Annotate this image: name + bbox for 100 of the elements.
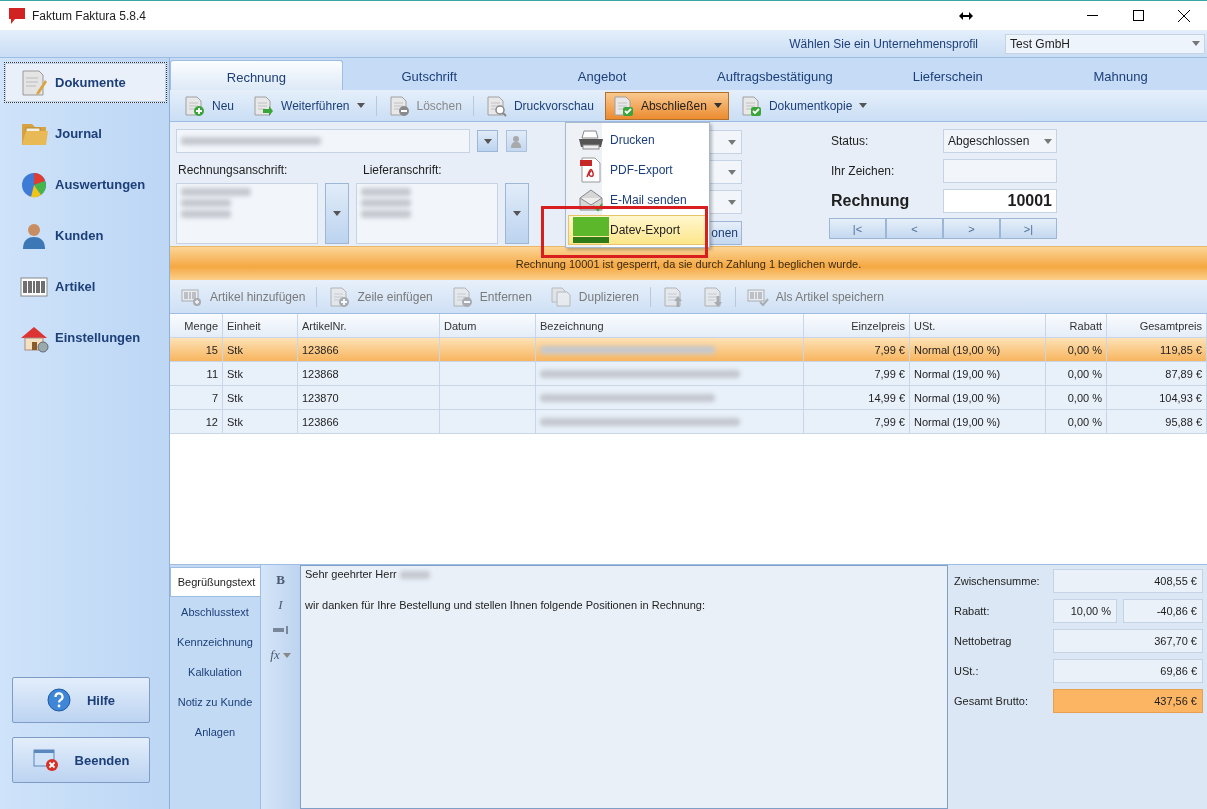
- caret-icon: [728, 169, 736, 175]
- italic-button[interactable]: I: [269, 594, 292, 616]
- document-number-field[interactable]: 10001: [943, 189, 1057, 213]
- field-label: Status:: [831, 134, 870, 148]
- text-tab[interactable]: Anlagen: [170, 717, 260, 747]
- logo-icon: [573, 217, 609, 243]
- blurred-text: [399, 571, 430, 580]
- printer-icon: [578, 129, 604, 151]
- document-tab[interactable]: Angebot: [515, 60, 689, 90]
- pdf-file-icon: [579, 157, 603, 183]
- navigation-button[interactable]: >|: [1000, 218, 1057, 239]
- text-tab[interactable]: Kalkulation: [170, 657, 260, 687]
- menu-item[interactable]: E-Mail senden: [568, 185, 707, 215]
- customer-button[interactable]: [506, 130, 527, 152]
- blurred-text: [181, 210, 231, 218]
- amount-field[interactable]: 408,55 €: [1053, 569, 1203, 593]
- bold-button[interactable]: B: [269, 569, 292, 591]
- caret-icon: [713, 103, 722, 108]
- document-tab[interactable]: Auftragsbestätigung: [688, 60, 862, 90]
- caret-icon: [859, 103, 868, 108]
- blurred-text: [361, 210, 411, 218]
- toolbar-button[interactable]: Dokumentkopie: [732, 91, 875, 120]
- app-logo-icon: [8, 6, 26, 25]
- reference-field[interactable]: [943, 159, 1057, 183]
- editor-text: Sehr geehrter Herr: [305, 568, 397, 580]
- text-tab[interactable]: Begrüßungstext: [170, 567, 262, 597]
- caret-icon: [1192, 41, 1200, 46]
- percent-field[interactable]: 10,00 %: [1053, 599, 1117, 623]
- person-icon: [510, 134, 523, 148]
- profile-label: Wählen Sie ein Unternehmensprofil: [789, 36, 978, 51]
- checked-document-icon: [611, 94, 634, 117]
- navigation-button[interactable]: <: [886, 218, 943, 239]
- sidebar-item[interactable]: Einstellungen: [4, 317, 167, 358]
- dropdown-button[interactable]: [477, 130, 498, 152]
- minimize-icon: [1086, 15, 1098, 16]
- amount-field[interactable]: 367,70 €: [1053, 629, 1203, 653]
- barcode-plus-icon: [181, 286, 203, 307]
- exit-button[interactable]: Beenden: [12, 737, 150, 783]
- toolbar-button[interactable]: Weiterführen: [245, 91, 372, 120]
- table-row[interactable]: 7 Stk 123870 14,99 € Normal (19,00 %) 0,00 % 104,93 €: [170, 386, 1207, 410]
- document-tab[interactable]: Gutschrift: [342, 60, 516, 90]
- barcode-check-icon: [746, 286, 769, 307]
- caret-icon: [728, 139, 736, 145]
- menu-item[interactable]: PDF-Export: [568, 155, 707, 185]
- table-row[interactable]: 11 Stk 123868 7,99 € Normal (19,00 %) 0,00 % 87,89 €: [170, 362, 1207, 386]
- caret-icon: [1044, 138, 1052, 144]
- preview-document-icon: [484, 94, 507, 117]
- navigation-button[interactable]: >: [943, 218, 1000, 239]
- caret-icon: [728, 199, 736, 205]
- documents-icon: [19, 67, 49, 98]
- caret-icon: [513, 211, 521, 216]
- amount-field[interactable]: 437,56 €: [1053, 689, 1203, 713]
- blurred-text: [361, 188, 411, 196]
- formula-button[interactable]: fx: [266, 644, 295, 666]
- text-editor[interactable]: Sehr geehrter Herr wir danken für Ihre Bestellung und stellen Ihnen folgende Positionen in Rechnung:: [300, 565, 948, 809]
- text-tab[interactable]: Kennzeichnung: [170, 627, 260, 657]
- sidebar-item[interactable]: Kunden: [4, 215, 167, 256]
- total-label: USt.:: [954, 665, 980, 677]
- envelope-icon: [578, 188, 604, 212]
- navigation-button[interactable]: |<: [829, 218, 886, 239]
- address-field[interactable]: [356, 183, 498, 244]
- forward-document-icon: [252, 94, 274, 117]
- exit-icon: [32, 748, 59, 772]
- profile-dropdown[interactable]: Test GmbH: [1005, 33, 1205, 54]
- resize-cursor-icon: [959, 11, 973, 20]
- sidebar-item[interactable]: Dokumente: [4, 62, 167, 103]
- close-icon: [1178, 9, 1190, 22]
- menu-item[interactable]: Drucken: [568, 125, 707, 155]
- help-button[interactable]: Hilfe: [12, 677, 150, 723]
- blurred-text: [361, 199, 411, 207]
- total-label: Zwischensumme:: [954, 575, 1041, 587]
- total-label: Rabatt:: [954, 605, 991, 617]
- locked-notice-banner: Rechnung 10001 ist gesperrt, da sie durch Zahlung 1 beglichen wurde.: [170, 246, 1207, 280]
- sidebar-item[interactable]: Auswertungen: [4, 164, 167, 205]
- text-tab[interactable]: Abschlusstext: [170, 597, 260, 627]
- status-dropdown[interactable]: Abgeschlossen: [943, 129, 1057, 153]
- total-label: Nettobetrag: [954, 635, 1013, 647]
- customer-field[interactable]: [176, 129, 470, 153]
- menu-item[interactable]: Datev-Export: [568, 215, 707, 245]
- address-field[interactable]: [176, 183, 318, 244]
- document-tab[interactable]: Lieferschein: [861, 60, 1035, 90]
- field-label: Ihr Zeichen:: [831, 164, 896, 178]
- help-icon: [46, 688, 71, 712]
- sidebar-item[interactable]: Artikel: [4, 266, 167, 307]
- toolbar-button[interactable]: Abschließen: [604, 91, 729, 120]
- insert-row-icon: [328, 285, 351, 308]
- move-up-icon: [661, 285, 684, 308]
- toolbar-button[interactable]: Neu: [176, 91, 241, 120]
- sidebar-item[interactable]: Journal: [4, 113, 167, 154]
- amount-field[interactable]: -40,86 €: [1123, 599, 1203, 623]
- new-document-icon: [183, 94, 205, 117]
- table-row[interactable]: 15 Stk 123866 7,99 € Normal (19,00 %) 0,00 % 119,85 €: [170, 338, 1207, 362]
- document-tab[interactable]: Mahnung: [1034, 60, 1207, 90]
- field-label: Lieferanschrift:: [363, 163, 442, 177]
- move-down-icon: [701, 285, 724, 308]
- table-row[interactable]: 12 Stk 123866 7,99 € Normal (19,00 %) 0,00 % 95,88 €: [170, 410, 1207, 434]
- amount-field[interactable]: 69,86 €: [1053, 659, 1203, 683]
- text-tab[interactable]: Notiz zu Kunde: [170, 687, 260, 717]
- document-tab[interactable]: Rechnung: [170, 60, 343, 90]
- toolbar-button[interactable]: Druckvorschau: [477, 91, 601, 120]
